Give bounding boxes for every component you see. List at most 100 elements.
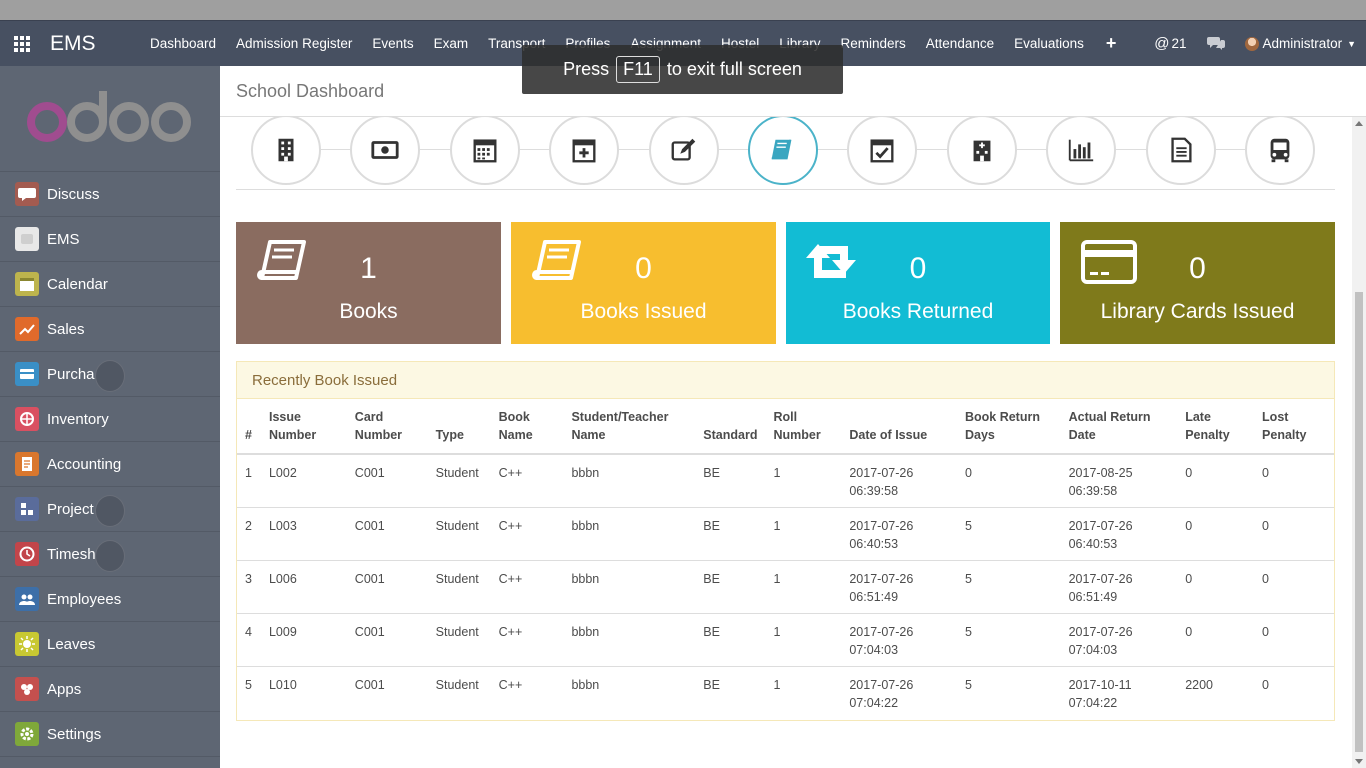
column-header[interactable]: Standard <box>695 399 766 455</box>
calendar-check-icon[interactable] <box>847 117 918 185</box>
column-header-text: Number <box>268 428 317 442</box>
cell-standard: BE <box>695 613 766 667</box>
topnav-item[interactable]: Reminders <box>831 21 916 67</box>
topnav-item[interactable]: Attendance <box>916 21 1004 67</box>
stat-tile-books-issued[interactable]: 0 Books Issued <box>511 222 776 344</box>
calendar-plus-icon[interactable] <box>549 117 620 185</box>
table-row[interactable]: 2 L003 C001 Student C++ bbbn BE 1 2017-07-26 06:4… <box>237 507 1334 561</box>
bus-icon[interactable] <box>1245 117 1315 185</box>
column-header[interactable]: Issue Number <box>260 399 347 455</box>
column-header[interactable]: Card Number <box>346 399 428 455</box>
document-icon[interactable] <box>1145 117 1216 185</box>
cell-text: 06:39:58 <box>1068 484 1118 498</box>
hospital-icon[interactable] <box>946 117 1017 185</box>
table-row[interactable]: 1 L002 C001 Student C++ bbbn BE 1 2017-07-26 06:3… <box>237 453 1334 508</box>
column-header[interactable]: Type <box>427 399 491 455</box>
timesheets-icon <box>15 542 39 566</box>
cell-book: C++ <box>490 560 564 614</box>
sidebar-item-accounting[interactable]: Accounting <box>0 442 220 487</box>
sidebar-item-purchases[interactable]: Purchases <box>0 352 220 397</box>
cell-name: bbbn <box>563 560 696 614</box>
table-row[interactable]: 3 L006 C001 Student C++ bbbn BE 1 2017-07-26 06:5… <box>237 560 1334 614</box>
topnav-item[interactable]: Dashboard <box>140 21 226 67</box>
column-header-text: Date <box>1068 428 1096 442</box>
sidebar-item-timesheets[interactable]: Timesheets <box>0 532 220 577</box>
scroll-down-arrow[interactable] <box>1355 759 1363 764</box>
sidebar-item-ems[interactable]: EMS <box>0 217 220 262</box>
cell-roll: 1 <box>765 613 842 667</box>
table-row[interactable]: 4 L009 C001 Student C++ bbbn BE 1 2017-07-26 07:0… <box>237 613 1334 667</box>
cell-standard: BE <box>695 507 766 561</box>
scroll-thumb[interactable] <box>1355 292 1363 752</box>
app-sidebar: Discuss EMS Calendar Sales Purchases Inventor… <box>0 66 220 768</box>
topnav-item[interactable]: Evaluations <box>1004 21 1094 67</box>
topnav-item[interactable]: Exam <box>424 21 479 67</box>
column-header-text: Number <box>773 428 821 442</box>
apps-grid-icon[interactable] <box>0 21 44 67</box>
cell-return-days: 5 <box>956 613 1061 667</box>
column-header[interactable]: Lost Penalty <box>1254 399 1334 455</box>
column-header[interactable]: # <box>237 399 261 455</box>
main-scrollbar[interactable] <box>1352 117 1366 768</box>
app-brand[interactable]: EMS <box>44 32 140 56</box>
column-header[interactable]: Student/Teacher Name <box>563 399 696 455</box>
table-row[interactable]: 5 L010 C001 Student C++ bbbn BE 1 2017-07-26 07:0… <box>237 666 1334 720</box>
cell-text: 06:40:53 <box>849 537 899 551</box>
cell-standard: BE <box>695 560 766 614</box>
loading-overlay-shape <box>95 495 125 527</box>
cell-type: Student <box>427 507 491 561</box>
sidebar-item-project[interactable]: Project <box>0 487 220 532</box>
column-header[interactable]: Late Penalty <box>1177 399 1255 455</box>
cell-name: bbbn <box>563 507 696 561</box>
cell-text: 2017-07-26 <box>849 572 914 586</box>
recent-issued-panel: Recently Book Issued # Issue Number Card Num… <box>236 361 1335 721</box>
chat-button[interactable] <box>1197 21 1235 67</box>
cell-standard: BE <box>695 453 766 508</box>
sidebar-item-settings[interactable]: Settings <box>0 712 220 757</box>
sidebar-item-apps[interactable]: Apps <box>0 667 220 712</box>
building-icon[interactable] <box>251 117 321 185</box>
cell-actual-return: 2017-08-25 06:39:58 <box>1060 453 1178 508</box>
edit-icon[interactable] <box>648 117 719 185</box>
column-header-text: Number <box>354 428 403 442</box>
bar-chart-icon[interactable] <box>1046 117 1117 185</box>
sidebar-item-leaves[interactable]: Leaves <box>0 622 220 667</box>
more-menu-button[interactable]: + <box>1094 33 1129 54</box>
user-menu[interactable]: Administrator ▼ <box>1235 21 1366 67</box>
column-header[interactable]: Date of Issue <box>841 399 957 455</box>
sidebar-item-employees[interactable]: Employees <box>0 577 220 622</box>
topnav-item[interactable]: Admission Register <box>226 21 362 67</box>
sidebar-item-sales[interactable]: Sales <box>0 307 220 352</box>
panel-title: Recently Book Issued <box>237 362 1334 399</box>
avatar <box>1244 36 1259 51</box>
column-header[interactable]: Book Name <box>490 399 564 455</box>
stat-tile-books[interactable]: 1 Books <box>236 222 501 344</box>
cell-text: 2017-07-26 <box>849 519 914 533</box>
purchases-icon <box>15 362 39 386</box>
stat-tile-library-cards-issued[interactable]: 0 Library Cards Issued <box>1060 222 1335 344</box>
column-header-text: Roll <box>773 410 798 424</box>
scroll-up-arrow[interactable] <box>1355 121 1363 126</box>
cell-issue: L006 <box>260 560 347 614</box>
book-icon[interactable] <box>748 117 818 185</box>
ems-icon <box>15 227 39 251</box>
sidebar-item-calendar[interactable]: Calendar <box>0 262 220 307</box>
column-header-text: Standard <box>703 428 758 442</box>
sidebar-item-inventory[interactable]: Inventory <box>0 397 220 442</box>
sidebar-item-discuss[interactable]: Discuss <box>0 172 220 217</box>
stat-tile-books-returned[interactable]: 0 Books Returned <box>786 222 1050 344</box>
topnav-item[interactable]: Events <box>362 21 423 67</box>
money-icon[interactable] <box>350 117 421 185</box>
fullscreen-toast: Press F11 to exit full screen <box>522 45 843 94</box>
column-header-text: Book <box>498 410 530 424</box>
cell-text: 06:39:58 <box>849 484 899 498</box>
sidebar-item-label: Timesheets <box>47 545 95 563</box>
cell-text: 2017-07-26 <box>1068 572 1133 586</box>
column-header[interactable]: Roll Number <box>765 399 842 455</box>
sales-icon <box>15 317 39 341</box>
column-header[interactable]: Actual Return Date <box>1060 399 1178 455</box>
mentions-button[interactable]: @ 21 <box>1144 21 1196 67</box>
cell-text: 06:51:49 <box>849 590 899 604</box>
column-header[interactable]: Book Return Days <box>956 399 1061 455</box>
calendar-grid-icon[interactable] <box>449 117 520 185</box>
